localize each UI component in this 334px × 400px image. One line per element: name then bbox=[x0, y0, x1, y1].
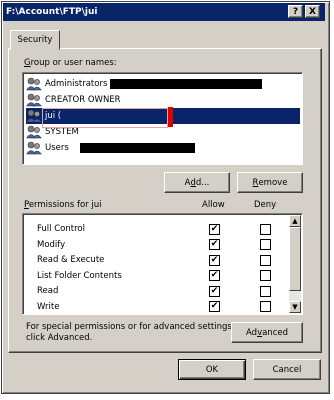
advanced-button[interactable]: Ad v anced bbox=[231, 322, 303, 343]
permissions-label: Permissions for jui bbox=[24, 200, 102, 210]
permission-name: Modify bbox=[37, 239, 66, 250]
help-button[interactable]: ? bbox=[288, 5, 303, 18]
allow-checkbox[interactable]: ✔ bbox=[209, 285, 220, 297]
user-group-icon bbox=[26, 77, 43, 91]
permission-row: Full Control ✔ bbox=[37, 221, 287, 237]
user-group-icon bbox=[26, 141, 43, 155]
advanced-note-line2: click Advanced. bbox=[26, 333, 93, 343]
title-bar[interactable]: F:\Account\FTP\jui ? X bbox=[3, 3, 325, 21]
allow-checkbox[interactable]: ✔ bbox=[209, 301, 220, 312]
permission-row: List Folder Contents ✔ bbox=[37, 268, 287, 284]
list-item[interactable]: Users bbox=[26, 140, 300, 156]
permission-name: Read bbox=[37, 286, 59, 296]
permission-name: Read & Execute bbox=[37, 255, 105, 265]
list-item-label: CREATOR OWNER bbox=[45, 95, 121, 105]
annotation-marker bbox=[168, 107, 173, 127]
tab-security-label: Security bbox=[17, 35, 53, 45]
close-button[interactable]: X bbox=[305, 5, 320, 18]
window-title: F:\Account\FTP\jui bbox=[6, 7, 98, 17]
allow-header: Allow bbox=[202, 200, 225, 210]
scroll-up-icon: ▲ bbox=[292, 217, 298, 225]
permission-name: List Folder Contents bbox=[37, 270, 122, 281]
redaction-bar bbox=[110, 79, 262, 89]
scroll-thumb[interactable] bbox=[289, 227, 301, 291]
list-item-label: Users bbox=[45, 143, 69, 153]
allow-checkbox[interactable]: ✔ bbox=[209, 270, 220, 281]
scroll-down-button[interactable]: ▼ bbox=[289, 301, 301, 313]
permission-row: Read ✔ bbox=[37, 283, 287, 299]
permission-name: Full Control bbox=[37, 224, 85, 234]
scroll-down-icon: ▼ bbox=[292, 303, 298, 311]
permission-row: Write ✔ bbox=[37, 299, 287, 315]
add-button[interactable]: Ad d... bbox=[164, 172, 230, 193]
remove-button[interactable]: Remove bbox=[237, 172, 303, 193]
list-item[interactable]: Administrators bbox=[26, 76, 300, 92]
allow-checkbox[interactable]: ✔ bbox=[209, 239, 220, 250]
group-list-label: Group or user names: bbox=[24, 58, 117, 68]
redaction-bar bbox=[80, 143, 195, 153]
allow-checkbox[interactable]: ✔ bbox=[209, 223, 220, 235]
deny-header: Deny bbox=[254, 200, 277, 210]
annotation-highlight bbox=[42, 108, 168, 128]
list-item-label: SYSTEM bbox=[45, 127, 79, 137]
permission-row: Modify ✔ bbox=[37, 237, 287, 253]
deny-checkbox[interactable] bbox=[260, 301, 271, 312]
deny-checkbox[interactable] bbox=[260, 254, 271, 266]
allow-checkbox[interactable]: ✔ bbox=[209, 254, 220, 266]
user-group-icon bbox=[26, 125, 43, 139]
user-group-icon bbox=[26, 109, 43, 123]
cancel-button[interactable]: Cancel bbox=[253, 359, 321, 380]
user-group-icon bbox=[26, 93, 43, 107]
permissions-scrollbar[interactable]: ▲ ▼ bbox=[289, 215, 301, 313]
advanced-note: For special permissions or for advanced … bbox=[26, 322, 235, 344]
tab-security[interactable]: Security bbox=[10, 30, 60, 50]
deny-checkbox[interactable] bbox=[260, 239, 271, 250]
permissions-list: Full Control ✔ Modify ✔ Read & Execute ✔ List … bbox=[22, 213, 303, 315]
deny-checkbox[interactable] bbox=[260, 223, 271, 235]
advanced-note-line1: For special permissions or for advanced … bbox=[26, 322, 235, 332]
permission-name: Write bbox=[37, 301, 60, 312]
permission-row: Read & Execute ✔ bbox=[37, 252, 287, 268]
ok-button[interactable]: OK bbox=[178, 359, 246, 380]
deny-checkbox[interactable] bbox=[260, 270, 271, 281]
deny-checkbox[interactable] bbox=[260, 285, 271, 297]
scroll-up-button[interactable]: ▲ bbox=[289, 215, 301, 227]
list-item-label: Administrators bbox=[45, 79, 108, 89]
list-item[interactable]: CREATOR OWNER bbox=[26, 92, 300, 108]
